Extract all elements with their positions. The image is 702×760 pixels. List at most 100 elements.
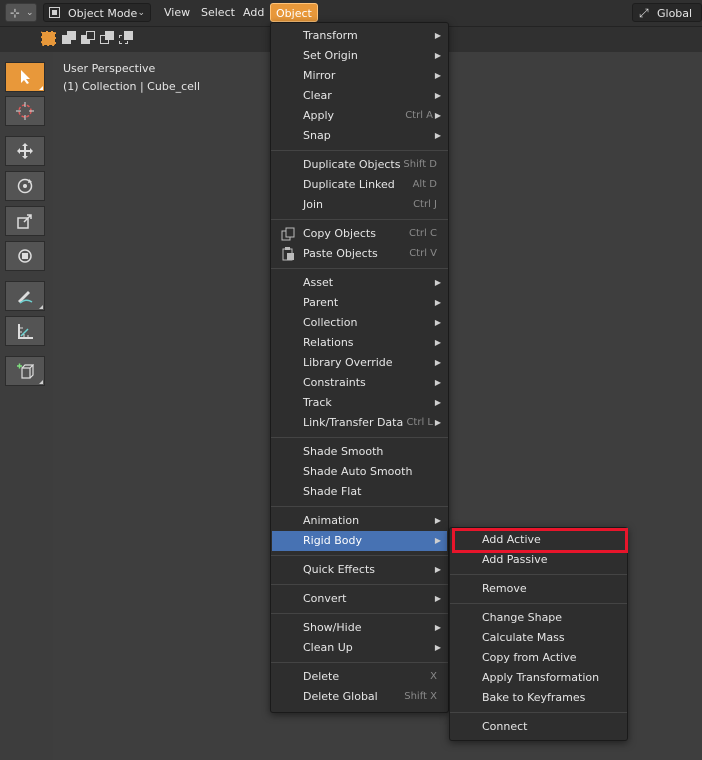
menu-item-label: Clear bbox=[303, 89, 332, 102]
cursor-tool-button[interactable] bbox=[5, 96, 45, 126]
menu-separator bbox=[271, 219, 448, 220]
transform-tool-button[interactable] bbox=[5, 241, 45, 271]
orientation-icon: ⤢ bbox=[639, 6, 649, 20]
menu-item-label: Join bbox=[303, 198, 324, 211]
submenu-arrow-icon: ▶ bbox=[434, 378, 441, 387]
menu-item-connect[interactable]: Connect bbox=[451, 717, 626, 737]
menu-item-change-shape[interactable]: Change Shape bbox=[451, 608, 626, 628]
menu-item-add-active[interactable]: Add Active bbox=[451, 530, 626, 550]
menu-item-label: Duplicate Linked bbox=[303, 178, 395, 191]
transform-orientation-dropdown[interactable]: ⤢ Global bbox=[632, 3, 702, 22]
submenu-arrow-icon: ▶ bbox=[434, 278, 441, 287]
menu-item-relations[interactable]: Relations ▶ bbox=[272, 333, 447, 353]
menu-object[interactable]: Object bbox=[270, 3, 318, 22]
menu-item-label: Duplicate Objects bbox=[303, 158, 401, 171]
menu-item-label: Set Origin bbox=[303, 49, 358, 62]
menu-item-paste-objects[interactable]: Paste Objects Ctrl V bbox=[272, 244, 447, 264]
menu-view[interactable]: View bbox=[160, 3, 194, 22]
menu-item-parent[interactable]: Parent ▶ bbox=[272, 293, 447, 313]
select-new-icon[interactable] bbox=[41, 31, 56, 46]
menu-item-label: Animation bbox=[303, 514, 360, 527]
rotate-icon bbox=[17, 178, 33, 194]
menu-separator bbox=[450, 712, 627, 713]
menu-item-duplicate-linked[interactable]: Duplicate Linked Alt D bbox=[272, 175, 447, 195]
menu-item-label: Change Shape bbox=[482, 611, 563, 624]
menu-item-transform[interactable]: Transform ▶ bbox=[272, 26, 447, 46]
menu-item-rigid-body[interactable]: Rigid Body ▶ bbox=[272, 531, 447, 551]
menu-item-asset[interactable]: Asset ▶ bbox=[272, 273, 447, 293]
object-mode-icon bbox=[49, 7, 60, 18]
menu-item-label: Calculate Mass bbox=[482, 631, 565, 644]
menu-separator bbox=[450, 603, 627, 604]
add-cube-tool-button[interactable] bbox=[5, 356, 45, 386]
menu-separator bbox=[271, 437, 448, 438]
menu-item-calculate-mass[interactable]: Calculate Mass bbox=[451, 628, 626, 648]
move-icon bbox=[17, 143, 33, 159]
menu-select[interactable]: Select bbox=[197, 3, 239, 22]
menu-item-clean-up[interactable]: Clean Up ▶ bbox=[272, 638, 447, 658]
rotate-tool-button[interactable] bbox=[5, 171, 45, 201]
submenu-arrow-icon: ▶ bbox=[434, 516, 441, 525]
menu-item-track[interactable]: Track ▶ bbox=[272, 393, 447, 413]
annotate-tool-button[interactable] bbox=[5, 281, 45, 311]
submenu-arrow-icon: ▶ bbox=[434, 111, 441, 120]
menu-item-bake-to-keyframes[interactable]: Bake to Keyframes bbox=[451, 688, 626, 708]
pencil-icon bbox=[18, 291, 33, 304]
menu-item-quick-effects[interactable]: Quick Effects ▶ bbox=[272, 560, 447, 580]
menu-item-label: Delete bbox=[303, 670, 340, 683]
menu-item-apply[interactable]: Apply Ctrl A ▶ bbox=[272, 106, 447, 126]
chevron-down-icon: ⌄ bbox=[26, 8, 34, 18]
menu-separator bbox=[271, 555, 448, 556]
add-cube-icon bbox=[17, 363, 34, 379]
submenu-arrow-icon: ▶ bbox=[434, 338, 441, 347]
menu-item-duplicate-objects[interactable]: Duplicate Objects Shift D bbox=[272, 155, 447, 175]
menu-item-label: Paste Objects bbox=[303, 247, 378, 260]
select-tool-button[interactable] bbox=[5, 62, 45, 92]
move-tool-button[interactable] bbox=[5, 136, 45, 166]
menu-item-label: Add Passive bbox=[482, 553, 548, 566]
menu-item-add-passive[interactable]: Add Passive bbox=[451, 550, 626, 570]
menu-item-copy-from-active[interactable]: Copy from Active bbox=[451, 648, 626, 668]
menu-item-animation[interactable]: Animation ▶ bbox=[272, 511, 447, 531]
select-extend-icon[interactable] bbox=[62, 31, 77, 46]
menu-item-set-origin[interactable]: Set Origin ▶ bbox=[272, 46, 447, 66]
menu-item-convert[interactable]: Convert ▶ bbox=[272, 589, 447, 609]
submenu-arrow-icon: ▶ bbox=[434, 51, 441, 60]
select-invert-icon[interactable] bbox=[100, 31, 115, 46]
select-intersect-icon[interactable] bbox=[119, 31, 134, 46]
menu-item-delete-global[interactable]: Delete Global Shift X bbox=[272, 687, 447, 707]
menu-item-shade-auto-smooth[interactable]: Shade Auto Smooth bbox=[272, 462, 447, 482]
menu-item-collection[interactable]: Collection ▶ bbox=[272, 313, 447, 333]
editor-type-button[interactable]: ⊹ ⌄ bbox=[5, 3, 37, 22]
menu-separator bbox=[271, 613, 448, 614]
menu-item-show-hide[interactable]: Show/Hide ▶ bbox=[272, 618, 447, 638]
menu-item-label: Transform bbox=[303, 29, 358, 42]
menu-add[interactable]: Add bbox=[239, 3, 268, 22]
menu-item-constraints[interactable]: Constraints ▶ bbox=[272, 373, 447, 393]
scale-tool-button[interactable] bbox=[5, 206, 45, 236]
menu-separator bbox=[271, 268, 448, 269]
menu-item-clear[interactable]: Clear ▶ bbox=[272, 86, 447, 106]
menu-item-mirror[interactable]: Mirror ▶ bbox=[272, 66, 447, 86]
menu-item-shade-flat[interactable]: Shade Flat bbox=[272, 482, 447, 502]
measure-tool-button[interactable] bbox=[5, 316, 45, 346]
transform-icon bbox=[18, 249, 32, 263]
submenu-arrow-icon: ▶ bbox=[434, 398, 441, 407]
menu-item-copy-objects[interactable]: Copy Objects Ctrl C bbox=[272, 224, 447, 244]
copy-icon bbox=[281, 227, 295, 241]
scale-icon bbox=[17, 214, 32, 229]
menu-item-shade-smooth[interactable]: Shade Smooth bbox=[272, 442, 447, 462]
select-subtract-icon[interactable] bbox=[81, 31, 96, 46]
menu-item-join[interactable]: Join Ctrl J bbox=[272, 195, 447, 215]
menu-item-link-transfer-data[interactable]: Link/Transfer Data Ctrl L ▶ bbox=[272, 413, 447, 433]
menu-item-snap[interactable]: Snap ▶ bbox=[272, 126, 447, 146]
mode-dropdown[interactable]: Object Mode ⌄ bbox=[43, 3, 151, 22]
menu-item-delete[interactable]: Delete X bbox=[272, 667, 447, 687]
submenu-arrow-icon: ▶ bbox=[434, 418, 441, 427]
menu-item-library-override[interactable]: Library Override ▶ bbox=[272, 353, 447, 373]
menu-item-remove[interactable]: Remove bbox=[451, 579, 626, 599]
view-perspective-label: User Perspective bbox=[63, 62, 156, 75]
corner-indicator bbox=[39, 86, 43, 90]
menu-item-apply-transformation[interactable]: Apply Transformation bbox=[451, 668, 626, 688]
menu-item-shortcut: Shift D bbox=[403, 159, 437, 170]
